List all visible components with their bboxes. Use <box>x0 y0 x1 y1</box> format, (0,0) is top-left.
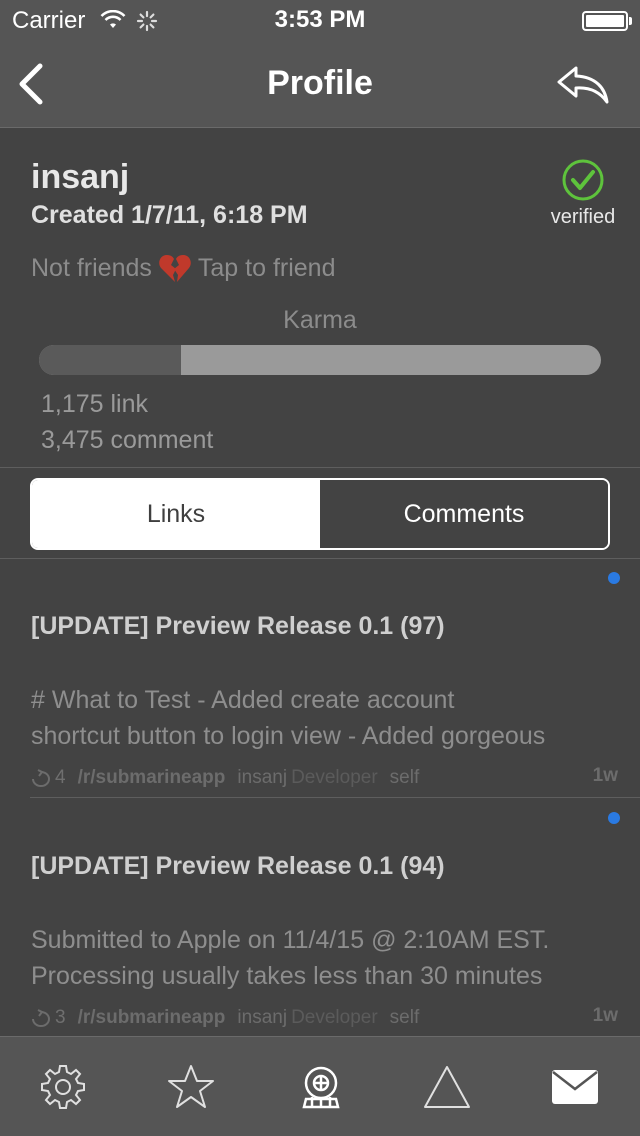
battery-icon <box>582 11 628 31</box>
tab-links[interactable]: Links <box>32 480 320 548</box>
post-domain: self <box>389 767 420 788</box>
username: insanj <box>31 158 130 196</box>
post-preview: Submitted to Apple on 11/4/15 @ 2:10AM E… <box>31 922 606 994</box>
broken-heart-icon <box>159 255 191 282</box>
post-preview-line: shortcut button to login view - Added go… <box>31 722 546 750</box>
account-created-date: Created 1/7/11, 6:18 PM <box>31 201 308 229</box>
friend-action: Tap to friend <box>197 253 336 282</box>
envelope-icon[interactable] <box>550 1063 600 1111</box>
battery-tip <box>629 17 632 25</box>
status-time: 3:53 PM <box>274 6 366 33</box>
upvote-icon <box>32 1009 50 1027</box>
navigation-bar: Profile <box>0 40 640 128</box>
link-karma: 1,175 link <box>41 390 149 418</box>
friend-toggle[interactable]: Not friends Tap to friend <box>31 253 335 283</box>
karma-link-fill <box>39 345 182 375</box>
subreddit-link[interactable]: /r/submarineapp <box>78 767 226 789</box>
comment-karma: 3,475 comment <box>41 426 214 454</box>
post-meta: 4 /r/submarineapp insanj Developer self <box>31 767 419 789</box>
status-bar: Carrier 3:53 PM <box>0 0 640 40</box>
post-score: 4 <box>55 767 66 788</box>
post-preview-line: # What to Test - Added create account <box>31 686 455 714</box>
post-preview: # What to Test - Added create account sh… <box>31 682 606 754</box>
post-domain: self <box>389 1007 420 1028</box>
post-preview-line: Processing usually takes less than 30 mi… <box>31 962 543 990</box>
post-score: 3 <box>55 1007 66 1028</box>
reply-arrow-icon[interactable] <box>556 64 612 106</box>
star-icon[interactable] <box>166 1063 216 1111</box>
unread-indicator <box>608 572 620 584</box>
karma-ratio-bar <box>39 345 601 375</box>
diving-helmet-icon[interactable] <box>296 1063 346 1111</box>
page-title: Profile <box>267 64 373 102</box>
unread-indicator <box>608 812 620 824</box>
upvote-icon <box>32 769 50 787</box>
post-author[interactable]: insanj <box>237 767 287 789</box>
post-age: 1w <box>592 1005 618 1026</box>
subreddit-link[interactable]: /r/submarineapp <box>78 1007 226 1029</box>
post-title: [UPDATE] Preview Release 0.1 (97) <box>31 612 445 640</box>
gear-icon[interactable] <box>38 1063 88 1111</box>
bottom-tab-bar <box>0 1036 640 1136</box>
verified-label: verified <box>550 206 616 228</box>
author-flair: Developer <box>291 1007 378 1028</box>
post-meta: 3 /r/submarineapp insanj Developer self <box>31 1007 419 1029</box>
post-age: 1w <box>592 765 618 786</box>
tab-comments[interactable]: Comments <box>320 480 608 548</box>
list-item[interactable]: [UPDATE] Preview Release 0.1 (97) # What… <box>0 559 640 797</box>
post-preview-line: Submitted to Apple on 11/4/15 @ 2:10AM E… <box>31 926 550 954</box>
author-flair: Developer <box>291 767 378 788</box>
list-item[interactable]: [UPDATE] Preview Release 0.1 (94) Submit… <box>0 798 640 1036</box>
links-comments-segmented-control: Links Comments <box>30 478 610 550</box>
divider <box>0 467 640 468</box>
triangle-icon[interactable] <box>422 1063 472 1111</box>
friend-status: Not friends <box>31 253 152 282</box>
post-title: [UPDATE] Preview Release 0.1 (94) <box>31 852 445 880</box>
karma-label: Karma <box>283 306 357 334</box>
post-author[interactable]: insanj <box>237 1007 287 1029</box>
verified-check-icon <box>562 159 604 201</box>
